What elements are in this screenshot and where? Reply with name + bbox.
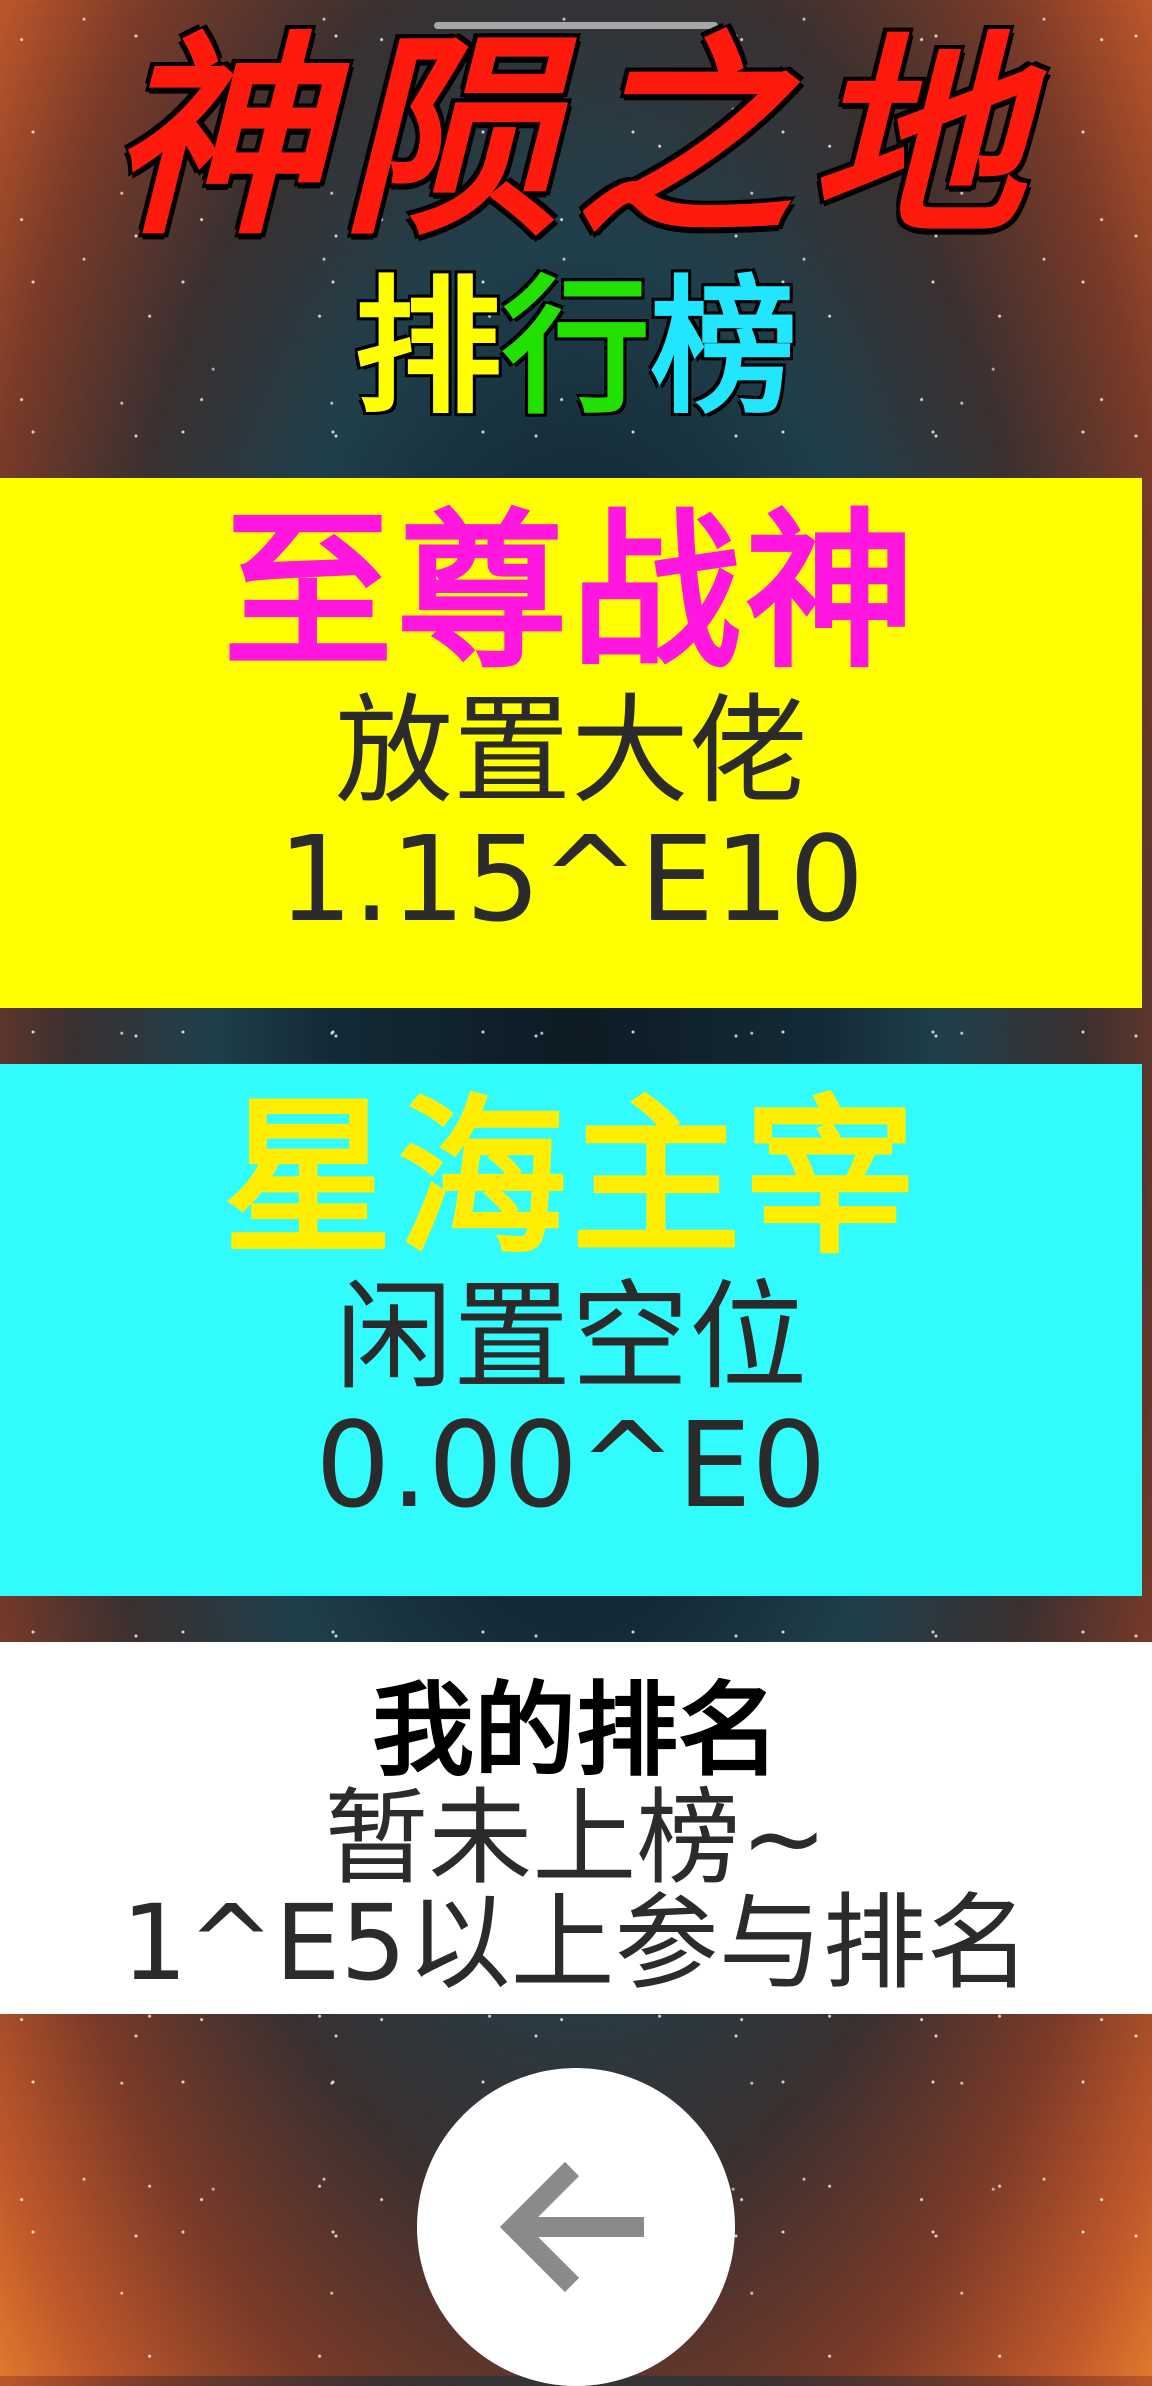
leaderboard-heading: 排行榜 <box>0 262 1152 432</box>
game-title: 神陨之地 <box>110 11 1042 264</box>
arrow-left-icon <box>499 2161 644 2293</box>
my-rank-panel: 我的排名 暂未上榜~ 1^E5以上参与排名 <box>0 1642 1152 2014</box>
player-name: 闲置空位 <box>334 1268 807 1406</box>
player-name: 放置大佬 <box>334 682 807 820</box>
leaderboard-entry-2: 星海主宰 闲置空位 0.00^E0 <box>0 1064 1142 1596</box>
my-rank-note: 1^E5以上参与排名 <box>121 1882 1031 2004</box>
heading-char-1: 排 <box>354 260 502 434</box>
heading-char-2: 行 <box>502 260 650 434</box>
player-score: 1.15^E10 <box>277 810 865 948</box>
back-button[interactable] <box>417 2068 735 2386</box>
player-score: 0.00^E0 <box>315 1396 827 1534</box>
my-rank-status: 暂未上榜~ <box>324 1777 828 1899</box>
my-rank-title: 我的排名 <box>372 1672 780 1791</box>
rank-title: 星海主宰 <box>222 1080 919 1278</box>
heading-char-3: 榜 <box>650 260 798 434</box>
leaderboard-entry-1: 至尊战神 放置大佬 1.15^E10 <box>0 478 1142 1008</box>
rank-title: 至尊战神 <box>222 494 919 692</box>
